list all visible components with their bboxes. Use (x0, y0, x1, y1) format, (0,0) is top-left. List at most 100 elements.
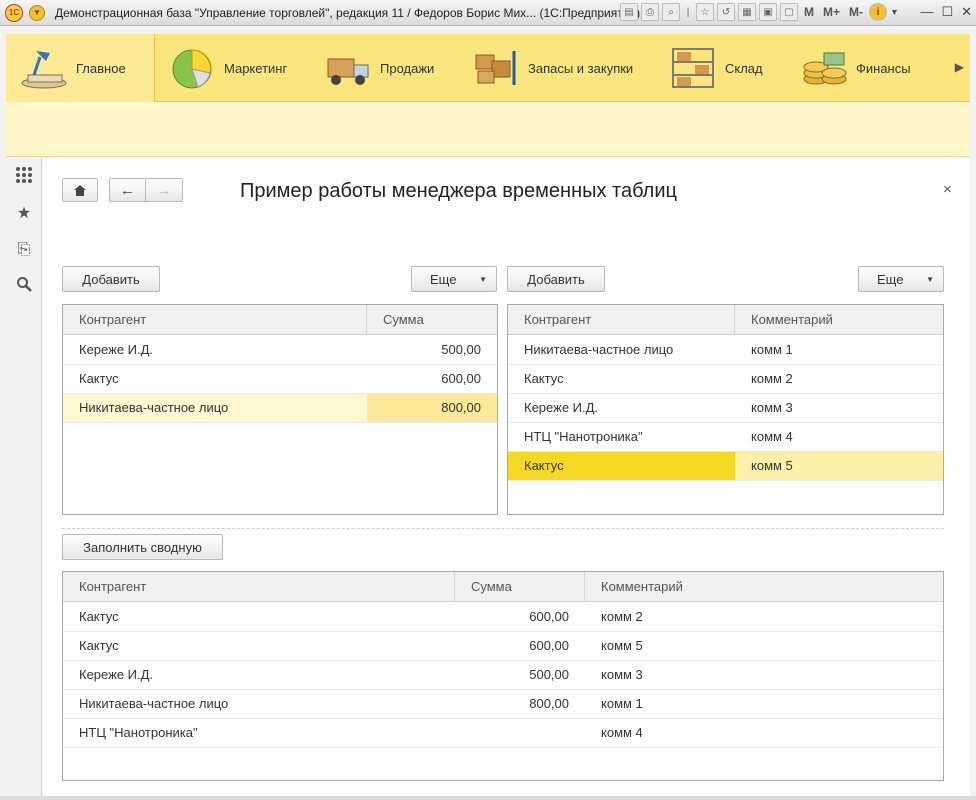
memory-minus-button[interactable]: M- (846, 5, 866, 19)
cell-contractor: Никитаева-частное лицо (79, 696, 229, 711)
left-table[interactable]: Контрагент Сумма Кереже И.Д. 500,00 Какт… (62, 304, 498, 515)
main-menu-button[interactable]: ▼ (29, 4, 45, 21)
table-row[interactable]: Кактус 600,00 комм 5 (63, 632, 943, 661)
save-icon[interactable]: ▤ (620, 3, 638, 21)
memory-m-button[interactable]: M (801, 5, 817, 19)
section-label: Продажи (380, 60, 435, 76)
cell-sum: 800,00 (529, 696, 569, 711)
table-row[interactable]: Никитаева-частное лицо комм 1 (508, 336, 943, 365)
cell-sum: 600,00 (529, 638, 569, 653)
right-more-button[interactable]: Еще ▼ (858, 266, 944, 292)
section-main[interactable]: Главное (6, 34, 155, 102)
left-more-button[interactable]: Еще ▼ (411, 266, 497, 292)
cell-comment: комм 3 (601, 667, 643, 682)
table-row[interactable]: Никитаева-частное лицо 800,00 комм 1 (63, 690, 943, 719)
cell-comment: комм 2 (601, 609, 643, 624)
dropdown-arrow-icon: ▼ (479, 274, 487, 284)
column-header-comment[interactable]: Комментарий (585, 572, 943, 602)
table-row[interactable]: Кактус 600,00 комм 2 (63, 603, 943, 632)
table-header: Контрагент Сумма Комментарий (63, 572, 943, 602)
cell-contractor: Кереже И.Д. (79, 667, 154, 682)
table-row[interactable]: Кактус 600,00 (63, 365, 497, 394)
print-icon[interactable]: ⎙ (641, 3, 659, 21)
cell-contractor: Никитаева-частное лицо (524, 342, 674, 357)
arrow-right-icon: → (156, 181, 172, 199)
truck-icon (324, 45, 374, 91)
info-icon[interactable]: i (869, 3, 888, 21)
preview-icon[interactable]: ⌕ (662, 3, 680, 21)
coins-icon (800, 45, 850, 91)
favorites-star-icon[interactable]: ★ (14, 204, 34, 224)
all-functions-icon[interactable] (14, 166, 34, 186)
history-icon[interactable]: ⎘ (14, 240, 34, 260)
section-label: Склад (725, 60, 763, 76)
table-row-selected[interactable]: Кактус комм 5 (508, 452, 943, 481)
cell-comment: комм 1 (751, 342, 793, 357)
right-add-button[interactable]: Добавить (507, 266, 605, 292)
cell-sum (455, 719, 585, 747)
home-button[interactable] (62, 178, 98, 202)
favorites-icon[interactable]: | (683, 3, 693, 21)
table-row[interactable]: НТЦ "Нанотроника" комм 4 (508, 423, 943, 452)
cell-contractor: Кактус (508, 452, 735, 480)
cell-sum: 600,00 (529, 609, 569, 624)
section-label: Маркетинг (224, 60, 288, 76)
memory-plus-button[interactable]: M+ (820, 5, 843, 19)
section-stock-purchases[interactable]: Запасы и закупки (472, 34, 658, 102)
document-icon[interactable]: ▢ (780, 3, 798, 21)
column-header-contractor[interactable]: Контрагент (63, 305, 367, 335)
column-header-sum[interactable]: Сумма (367, 305, 497, 335)
cell-comment: комм 5 (601, 638, 643, 653)
table-row[interactable]: Кереже И.Д. 500,00 (63, 336, 497, 365)
group-separator (62, 528, 944, 529)
dropdown-arrow-icon: ▼ (926, 274, 934, 284)
cell-comment: комм 3 (751, 400, 793, 415)
forward-button[interactable]: → (145, 178, 183, 202)
cell-comment: комм 2 (751, 371, 793, 386)
back-button[interactable]: ← (109, 178, 146, 202)
right-table[interactable]: Контрагент Комментарий Никитаева-частное… (507, 304, 944, 515)
section-warehouse[interactable]: Склад (669, 34, 791, 102)
section-finance[interactable]: Финансы (800, 34, 940, 102)
section-commands-panel (6, 102, 970, 157)
fill-summary-button[interactable]: Заполнить сводную (62, 534, 223, 560)
cell-comment: комм 4 (751, 429, 793, 444)
calendar-icon[interactable]: ▣ (759, 3, 777, 21)
column-header-comment[interactable]: Комментарий (735, 305, 943, 335)
arrow-left-icon: ← (120, 181, 135, 199)
app-logo: 1С (5, 3, 23, 22)
table-row-selected[interactable]: Никитаева-частное лицо 800,00 (63, 394, 497, 423)
info-dropdown-icon[interactable]: ▼ (890, 7, 899, 17)
cell-sum: 800,00 (367, 394, 497, 422)
column-header-sum[interactable]: Сумма (455, 572, 585, 602)
column-header-contractor[interactable]: Контрагент (63, 572, 455, 602)
summary-table[interactable]: Контрагент Сумма Комментарий Кактус 600,… (62, 571, 944, 781)
cell-contractor: НТЦ "Нанотроника" (524, 429, 643, 444)
cell-contractor: Кактус (79, 371, 119, 386)
table-row[interactable]: Кактус комм 2 (508, 365, 943, 394)
boxes-cart-icon (472, 45, 522, 91)
cell-contractor: Никитаева-частное лицо (79, 400, 229, 415)
window-title: Демонстрационная база "Управление торгов… (55, 5, 641, 20)
sections-scroll-right-icon[interactable]: ▶ (955, 60, 964, 74)
add-favorite-icon[interactable]: ☆ (696, 3, 714, 21)
column-header-contractor[interactable]: Контрагент (508, 305, 735, 335)
search-icon[interactable] (14, 276, 34, 296)
history-icon[interactable]: ↺ (717, 3, 735, 21)
table-row[interactable]: Кереже И.Д. комм 3 (508, 394, 943, 423)
maximize-icon[interactable]: ☐ (941, 4, 953, 20)
cell-comment: комм 5 (751, 458, 793, 473)
calculator-icon[interactable]: ▦ (738, 3, 756, 21)
table-row[interactable]: Кереже И.Д. 500,00 комм 3 (63, 661, 943, 690)
section-sales[interactable]: Продажи (324, 34, 469, 102)
section-marketing[interactable]: Маркетинг (168, 34, 318, 102)
cell-sum: 600,00 (441, 371, 481, 386)
table-row[interactable]: НТЦ "Нанотроника" комм 4 (63, 719, 943, 748)
pie-chart-icon (168, 45, 218, 91)
cell-sum: 500,00 (529, 667, 569, 682)
left-add-button[interactable]: Добавить (62, 266, 160, 292)
close-form-icon[interactable]: × (943, 181, 952, 198)
table-header: Контрагент Комментарий (508, 305, 943, 335)
minimize-icon[interactable]: — (920, 4, 933, 20)
close-window-icon[interactable]: ✕ (961, 4, 972, 20)
